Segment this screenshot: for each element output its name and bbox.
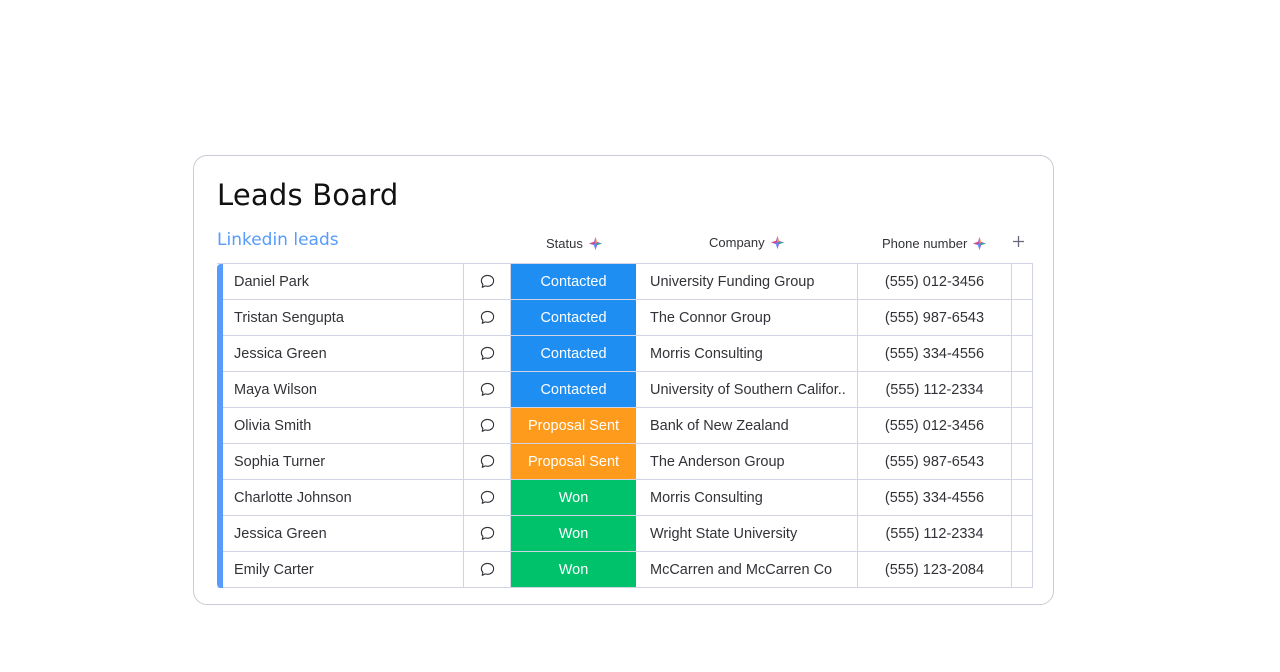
chat-bubble-icon[interactable] — [480, 418, 495, 433]
group-title[interactable]: Linkedin leads — [217, 230, 339, 250]
status-label[interactable]: Contacted — [511, 264, 637, 299]
board-title: Leads Board — [217, 178, 399, 212]
status-label[interactable]: Won — [511, 516, 637, 551]
ai-sparkle-icon — [588, 237, 602, 250]
phone-cell[interactable]: (555) 987-6543 — [858, 444, 1012, 479]
updates-cell[interactable] — [464, 552, 511, 587]
status-label[interactable]: Won — [511, 552, 637, 587]
chat-bubble-icon[interactable] — [480, 562, 495, 577]
empty-cell[interactable] — [1012, 408, 1033, 443]
status-label[interactable]: Contacted — [511, 336, 637, 371]
empty-cell[interactable] — [1012, 264, 1033, 299]
ai-sparkle-icon — [973, 237, 987, 250]
phone-cell[interactable]: (555) 123-2084 — [858, 552, 1012, 587]
table-row[interactable]: Daniel Park Contacted University Funding… — [217, 264, 1033, 300]
lead-name-cell[interactable]: Emily Carter — [217, 552, 464, 587]
company-cell[interactable]: The Connor Group — [637, 300, 858, 335]
phone-cell[interactable]: (555) 112-2334 — [858, 516, 1012, 551]
phone-cell[interactable]: (555) 334-4556 — [858, 480, 1012, 515]
phone-cell[interactable]: (555) 334-4556 — [858, 336, 1012, 371]
chat-bubble-icon[interactable] — [480, 346, 495, 361]
table-row[interactable]: Sophia Turner Proposal Sent The Anderson… — [217, 444, 1033, 480]
leads-table: Daniel Park Contacted University Funding… — [217, 263, 1033, 588]
plus-icon — [1013, 236, 1024, 247]
status-label[interactable]: Proposal Sent — [511, 408, 637, 443]
lead-name-cell[interactable]: Olivia Smith — [217, 408, 464, 443]
phone-cell[interactable]: (555) 012-3456 — [858, 408, 1012, 443]
column-header-company[interactable]: Company — [709, 235, 784, 250]
empty-cell[interactable] — [1012, 480, 1033, 515]
table-row[interactable]: Emily Carter Won McCarren and McCarren C… — [217, 552, 1033, 588]
table-row[interactable]: Maya Wilson Contacted University of Sout… — [217, 372, 1033, 408]
lead-name-cell[interactable]: Maya Wilson — [217, 372, 464, 407]
updates-cell[interactable] — [464, 372, 511, 407]
lead-name-cell[interactable]: Charlotte Johnson — [217, 480, 464, 515]
chat-bubble-icon[interactable] — [480, 382, 495, 397]
phone-cell[interactable]: (555) 012-3456 — [858, 264, 1012, 299]
company-cell[interactable]: Bank of New Zealand — [637, 408, 858, 443]
group-color-bar — [217, 264, 223, 588]
column-header-company-label: Company — [709, 235, 765, 250]
table-row[interactable]: Jessica Green Won Wright State Universit… — [217, 516, 1033, 552]
company-cell[interactable]: Wright State University — [637, 516, 858, 551]
lead-name-cell[interactable]: Jessica Green — [217, 516, 464, 551]
updates-cell[interactable] — [464, 336, 511, 371]
updates-cell[interactable] — [464, 408, 511, 443]
table-row[interactable]: Tristan Sengupta Contacted The Connor Gr… — [217, 300, 1033, 336]
empty-cell[interactable] — [1012, 444, 1033, 479]
lead-name-cell[interactable]: Jessica Green — [217, 336, 464, 371]
status-label[interactable]: Contacted — [511, 372, 637, 407]
company-cell[interactable]: Morris Consulting — [637, 336, 858, 371]
empty-cell[interactable] — [1012, 516, 1033, 551]
status-label[interactable]: Proposal Sent — [511, 444, 637, 479]
board-card: Leads Board Linkedin leads Status Compan… — [193, 155, 1054, 605]
chat-bubble-icon[interactable] — [480, 490, 495, 505]
phone-cell[interactable]: (555) 112-2334 — [858, 372, 1012, 407]
updates-cell[interactable] — [464, 516, 511, 551]
column-header-phone[interactable]: Phone number — [882, 236, 987, 251]
updates-cell[interactable] — [464, 300, 511, 335]
status-label[interactable]: Won — [511, 480, 637, 515]
chat-bubble-icon[interactable] — [480, 274, 495, 289]
table-row[interactable]: Charlotte Johnson Won Morris Consulting … — [217, 480, 1033, 516]
add-column-button[interactable] — [1012, 233, 1025, 251]
empty-cell[interactable] — [1012, 552, 1033, 587]
chat-bubble-icon[interactable] — [480, 310, 495, 325]
empty-cell[interactable] — [1012, 300, 1033, 335]
company-cell[interactable]: Morris Consulting — [637, 480, 858, 515]
company-cell[interactable]: The Anderson Group — [637, 444, 858, 479]
lead-name-cell[interactable]: Sophia Turner — [217, 444, 464, 479]
phone-cell[interactable]: (555) 987-6543 — [858, 300, 1012, 335]
empty-cell[interactable] — [1012, 336, 1033, 371]
empty-cell[interactable] — [1012, 372, 1033, 407]
company-cell[interactable]: McCarren and McCarren Co — [637, 552, 858, 587]
column-header-phone-label: Phone number — [882, 236, 968, 251]
ai-sparkle-icon — [770, 236, 784, 249]
updates-cell[interactable] — [464, 264, 511, 299]
company-cell[interactable]: University of Southern Califor.. — [637, 372, 858, 407]
table-row[interactable]: Jessica Green Contacted Morris Consultin… — [217, 336, 1033, 372]
chat-bubble-icon[interactable] — [480, 454, 495, 469]
column-header-status-label: Status — [546, 236, 583, 251]
lead-name-cell[interactable]: Daniel Park — [217, 264, 464, 299]
updates-cell[interactable] — [464, 444, 511, 479]
updates-cell[interactable] — [464, 480, 511, 515]
column-header-status[interactable]: Status — [546, 236, 602, 251]
lead-name-cell[interactable]: Tristan Sengupta — [217, 300, 464, 335]
chat-bubble-icon[interactable] — [480, 526, 495, 541]
table-row[interactable]: Olivia Smith Proposal Sent Bank of New Z… — [217, 408, 1033, 444]
company-cell[interactable]: University Funding Group — [637, 264, 858, 299]
status-label[interactable]: Contacted — [511, 300, 637, 335]
